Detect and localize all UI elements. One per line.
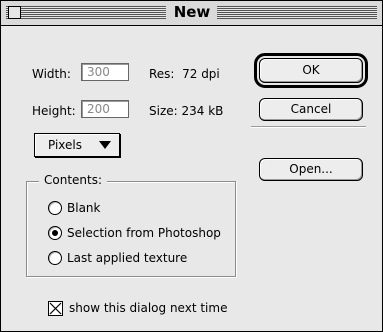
title-bar-stripes bbox=[217, 6, 377, 19]
radio-blank-label[interactable]: Blank bbox=[67, 201, 100, 215]
size-readout: Size: 234 kB bbox=[149, 104, 224, 118]
radio-last-applied-texture-label[interactable]: Last applied texture bbox=[67, 251, 187, 265]
triangle-down-icon bbox=[99, 141, 111, 149]
radio-blank[interactable] bbox=[48, 201, 62, 215]
units-selected-value: Pixels bbox=[48, 138, 83, 152]
title-bar[interactable]: New bbox=[1, 1, 382, 26]
cancel-button[interactable]: Cancel bbox=[259, 98, 363, 121]
radio-selection-from-photoshop[interactable] bbox=[48, 226, 62, 240]
checkbox-x-mark-icon bbox=[49, 302, 62, 315]
height-label: Height: bbox=[32, 104, 76, 118]
window-title: New bbox=[167, 2, 217, 22]
show-dialog-checkbox-label[interactable]: show this dialog next time bbox=[69, 301, 227, 315]
radio-last-applied-texture[interactable] bbox=[48, 251, 62, 265]
close-box[interactable] bbox=[8, 6, 21, 19]
show-dialog-checkbox[interactable] bbox=[48, 301, 63, 316]
new-dialog: New Width: Height: Res: 72 dpi Size: 234… bbox=[0, 0, 383, 332]
open-button[interactable]: Open... bbox=[259, 158, 363, 181]
radio-selection-from-photoshop-label[interactable]: Selection from Photoshop bbox=[67, 226, 221, 240]
width-label: Width: bbox=[32, 67, 71, 81]
width-input[interactable] bbox=[81, 63, 129, 81]
contents-group-title: Contents: bbox=[39, 173, 108, 187]
ok-button[interactable]: OK bbox=[254, 53, 368, 88]
resolution-readout: Res: 72 dpi bbox=[149, 67, 220, 81]
button-separator bbox=[251, 126, 366, 128]
title-bar-stripes bbox=[6, 6, 166, 19]
height-input[interactable] bbox=[81, 100, 129, 118]
units-popup-menu[interactable]: Pixels bbox=[34, 133, 120, 157]
